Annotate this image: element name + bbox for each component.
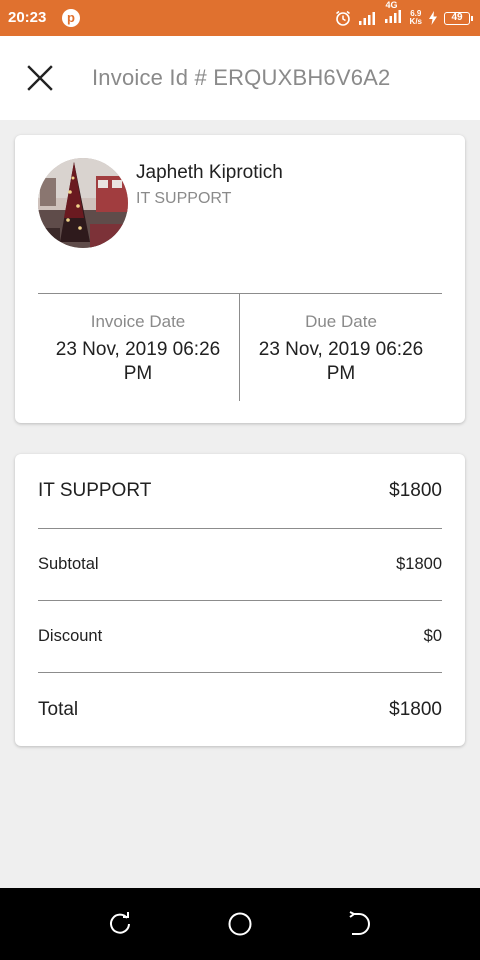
- network-type-label: 4G: [385, 0, 398, 10]
- discount-row: Discount $0: [38, 627, 442, 646]
- signal-strength-icon: [358, 12, 375, 25]
- back-button[interactable]: [346, 910, 374, 938]
- back-icon: [349, 911, 370, 935]
- signal-strength-icon-2: [384, 9, 401, 23]
- line-item-amount: $1800: [389, 480, 442, 501]
- alarm-icon: [335, 10, 350, 26]
- divider: [38, 672, 442, 673]
- invoice-date-block: Invoice Date 23 Nov, 2019 06:26 PM: [38, 312, 238, 386]
- divider: [38, 528, 442, 529]
- battery-level: 49: [451, 11, 463, 23]
- divider: [38, 600, 442, 601]
- due-date-label: Due Date: [305, 312, 377, 331]
- app-bar: Invoice Id # ERQUXBH6V6A2: [0, 36, 480, 120]
- battery-icon: 49: [444, 11, 473, 25]
- charging-bolt-icon: [429, 11, 437, 25]
- close-button[interactable]: [20, 58, 60, 98]
- invoice-header-card: Japheth Kiprotich IT SUPPORT Invoice Dat…: [15, 135, 465, 423]
- divider-vertical: [239, 293, 240, 401]
- line-item-label: IT SUPPORT: [38, 480, 152, 501]
- client-name: Japheth Kiprotich: [136, 162, 283, 183]
- app-notification-icon: p: [62, 9, 80, 27]
- due-date-block: Due Date 23 Nov, 2019 06:26 PM: [241, 312, 441, 386]
- subtotal-label: Subtotal: [38, 555, 99, 573]
- home-circle-icon: [228, 912, 252, 936]
- page-title: Invoice Id # ERQUXBH6V6A2: [92, 65, 391, 90]
- status-bar: 20:23 p 4G 6.9 K/s 49: [0, 0, 480, 36]
- discount-value: $0: [423, 627, 442, 645]
- due-date-value: 23 Nov, 2019 06:26 PM: [258, 339, 424, 384]
- invoice-date-value: 23 Nov, 2019 06:26 PM: [55, 339, 221, 384]
- divider: [38, 293, 442, 294]
- network-speed: 6.9 K/s: [410, 10, 422, 26]
- line-item-row: IT SUPPORT $1800: [38, 480, 442, 502]
- avatar-photo: [38, 158, 128, 248]
- discount-label: Discount: [38, 627, 103, 645]
- invoice-items-card: IT SUPPORT $1800 Subtotal $1800 Discount…: [15, 454, 465, 746]
- subtotal-value: $1800: [396, 555, 442, 573]
- status-time: 20:23: [8, 9, 47, 26]
- recent-apps-button[interactable]: [106, 910, 134, 938]
- network-speed-unit: K/s: [409, 17, 422, 26]
- recent-apps-icon: [110, 912, 130, 934]
- status-icons: 4G 6.9 K/s 49: [334, 0, 473, 36]
- system-nav-bar: [0, 888, 480, 960]
- total-row: Total $1800: [38, 699, 442, 721]
- avatar[interactable]: [38, 158, 128, 248]
- client-role: IT SUPPORT: [136, 190, 232, 207]
- close-icon: [27, 65, 53, 91]
- home-button[interactable]: [226, 910, 254, 938]
- subtotal-row: Subtotal $1800: [38, 555, 442, 574]
- total-value: $1800: [389, 699, 442, 720]
- total-label: Total: [38, 699, 79, 720]
- signal-4g-group: 4G: [384, 0, 404, 29]
- invoice-date-label: Invoice Date: [90, 312, 186, 331]
